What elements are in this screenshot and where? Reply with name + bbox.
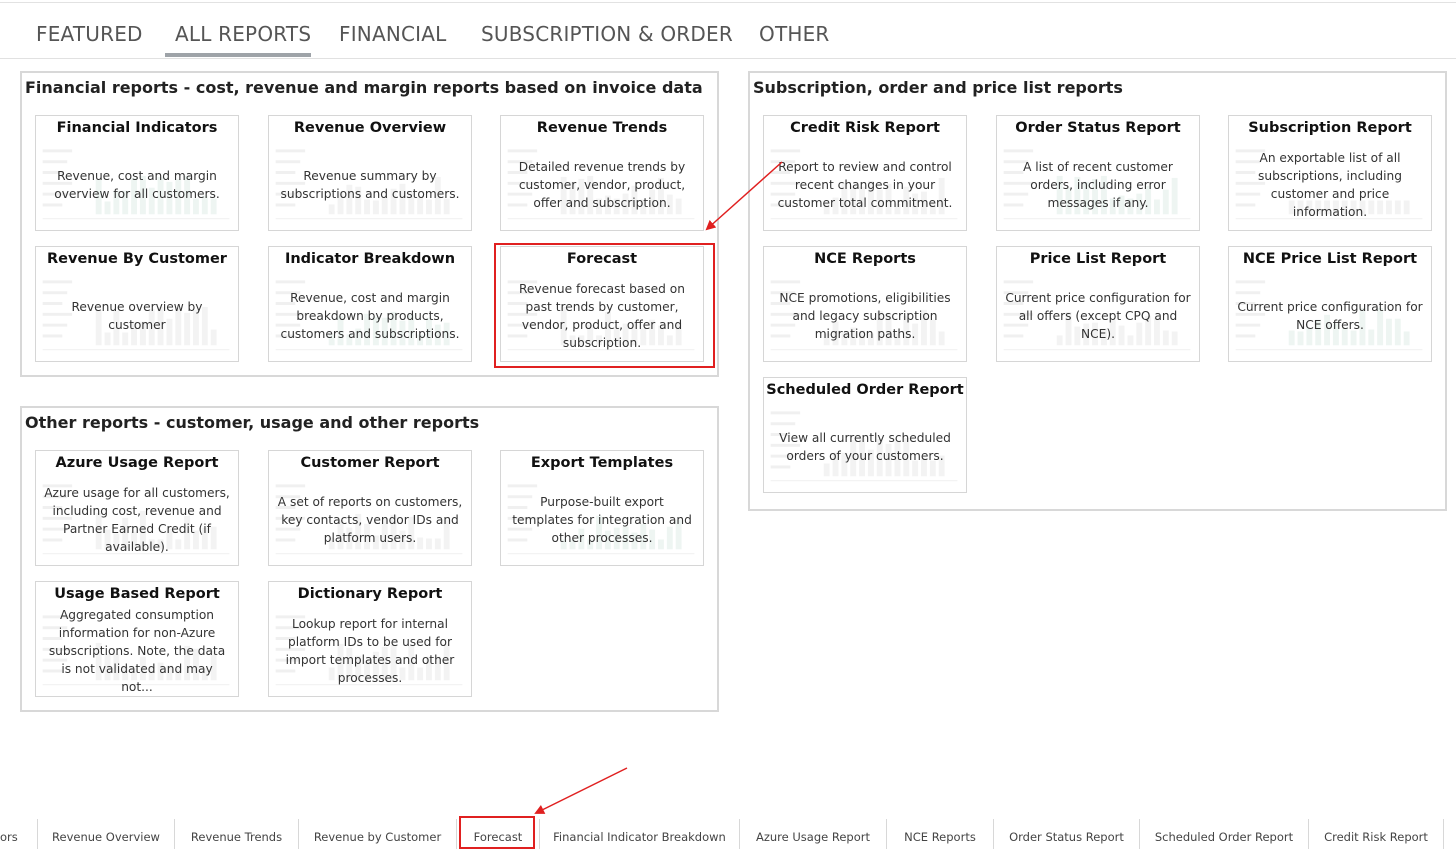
- card-title: Forecast: [566, 251, 638, 267]
- card-description: Detailed revenue trends by customer, ven…: [518, 160, 686, 210]
- card-description: Current price configuration for NCE offe…: [1237, 300, 1423, 332]
- report-card-export-templates[interactable]: Export Templates Purpose-built export te…: [500, 450, 704, 566]
- tab-financial[interactable]: FINANCIAL: [339, 22, 447, 46]
- bottom-tab-revenue-trends[interactable]: Revenue Trends: [175, 817, 298, 849]
- tab-all-reports[interactable]: ALL REPORTS: [175, 22, 311, 46]
- card-description: Azure usage for all customers, including…: [44, 486, 230, 554]
- bottom-tab-azure-usage-report[interactable]: Azure Usage Report: [740, 817, 886, 849]
- card-title: Credit Risk Report: [790, 120, 940, 136]
- card-description: Lookup report for internal platform IDs …: [285, 617, 455, 685]
- card-description: Aggregated consumption information for n…: [48, 608, 226, 694]
- card-title: Price List Report: [1029, 251, 1167, 267]
- report-card-nce-reports[interactable]: NCE Reports NCE promotions, eligibilitie…: [763, 246, 967, 362]
- report-card-nce-price-list[interactable]: NCE Price List Report Current price conf…: [1228, 246, 1432, 362]
- report-card-forecast[interactable]: Forecast Revenue forecast based on past …: [500, 246, 704, 362]
- report-card-credit-risk[interactable]: Credit Risk Report Report to review and …: [763, 115, 967, 231]
- card-title: Dictionary Report: [297, 586, 443, 602]
- report-card-price-list[interactable]: Price List Report Current price configur…: [996, 246, 1200, 362]
- card-title: Export Templates: [530, 455, 674, 471]
- card-description: Purpose-built export templates for integ…: [512, 495, 692, 545]
- card-title: Revenue By Customer: [47, 251, 227, 267]
- section-title: Other reports - customer, usage and othe…: [25, 413, 480, 432]
- tab-other[interactable]: OTHER: [759, 22, 830, 46]
- report-card-subscription-report[interactable]: Subscription Report An exportable list o…: [1228, 115, 1432, 231]
- card-description: A set of reports on customers, key conta…: [277, 495, 463, 545]
- card-title: Usage Based Report: [54, 586, 220, 602]
- card-title: Scheduled Order Report: [766, 382, 964, 398]
- card-title: Financial Indicators: [56, 120, 218, 136]
- card-description: A list of recent customer orders, includ…: [1023, 160, 1173, 210]
- bottom-tab-financial-indicator-breakdown[interactable]: Financial Indicator Breakdown: [540, 817, 739, 849]
- card-title: Revenue Overview: [293, 120, 447, 136]
- bottom-tab-credit-risk-report[interactable]: Credit Risk Report: [1309, 817, 1443, 849]
- card-description: Revenue summary by subscriptions and cus…: [280, 169, 460, 201]
- card-description: Revenue, cost and margin breakdown by pr…: [280, 291, 460, 341]
- card-description: View all currently scheduled orders of y…: [779, 431, 951, 463]
- card-description: NCE promotions, eligibilities and legacy…: [779, 291, 951, 341]
- card-description: Revenue overview by customer: [71, 300, 203, 332]
- section-title: Subscription, order and price list repor…: [753, 78, 1123, 97]
- report-card-customer-report[interactable]: Customer Report A set of reports on cust…: [268, 450, 472, 566]
- report-card-scheduled-order[interactable]: Scheduled Order Report View all currentl…: [763, 377, 967, 493]
- card-title: Customer Report: [300, 455, 440, 471]
- bottom-tab-partial[interactable]: ors: [0, 817, 20, 849]
- card-title: Revenue Trends: [536, 120, 668, 136]
- report-card-revenue-overview[interactable]: Revenue Overview Revenue summary by subs…: [268, 115, 472, 231]
- report-card-usage-based[interactable]: Usage Based Report Aggregated consumptio…: [35, 581, 239, 697]
- card-title: NCE Price List Report: [1242, 251, 1418, 267]
- card-description: An exportable list of all subscriptions,…: [1258, 151, 1402, 219]
- report-card-azure-usage[interactable]: Azure Usage Report Azure usage for all c…: [35, 450, 239, 566]
- arrow-to-forecast-tab: [534, 767, 628, 814]
- report-page-tabs: ors Revenue Overview Revenue Trends Reve…: [0, 817, 1456, 849]
- report-card-revenue-by-customer[interactable]: Revenue By Customer Revenue overview by …: [35, 246, 239, 362]
- card-description: Current price configuration for all offe…: [1005, 291, 1191, 341]
- card-title: Subscription Report: [1248, 120, 1412, 136]
- bottom-tab-revenue-overview[interactable]: Revenue Overview: [38, 817, 174, 849]
- report-card-revenue-trends[interactable]: Revenue Trends Detailed revenue trends b…: [500, 115, 704, 231]
- report-card-indicator-breakdown[interactable]: Indicator Breakdown Revenue, cost and ma…: [268, 246, 472, 362]
- bottom-tab-scheduled-order-report[interactable]: Scheduled Order Report: [1140, 817, 1308, 849]
- report-card-order-status[interactable]: Order Status Report A list of recent cus…: [996, 115, 1200, 231]
- card-description: Revenue forecast based on past trends by…: [519, 282, 685, 350]
- card-title: Azure Usage Report: [55, 455, 219, 471]
- tab-separator: [1443, 819, 1444, 849]
- tab-subscription-order[interactable]: SUBSCRIPTION & ORDER: [481, 22, 733, 46]
- card-title: NCE Reports: [814, 251, 916, 267]
- card-title: Indicator Breakdown: [284, 251, 456, 267]
- section-title: Financial reports - cost, revenue and ma…: [25, 78, 703, 97]
- report-card-financial-indicators[interactable]: Financial Indicators Revenue, cost and m…: [35, 115, 239, 231]
- bottom-tab-nce-reports[interactable]: NCE Reports: [887, 817, 993, 849]
- report-card-dictionary[interactable]: Dictionary Report Lookup report for inte…: [268, 581, 472, 697]
- bottom-tab-order-status-report[interactable]: Order Status Report: [994, 817, 1139, 849]
- bottom-tab-revenue-by-customer[interactable]: Revenue by Customer: [299, 817, 456, 849]
- card-description: Revenue, cost and margin overview for al…: [54, 169, 220, 201]
- card-description: Report to review and control recent chan…: [777, 160, 953, 210]
- card-title: Order Status Report: [1015, 120, 1181, 136]
- tab-featured[interactable]: FEATURED: [36, 22, 143, 46]
- report-category-tabs: FEATURED ALL REPORTS FINANCIAL SUBSCRIPT…: [0, 0, 1456, 59]
- active-tab-indicator: [165, 53, 311, 57]
- bottom-tab-forecast[interactable]: Forecast: [457, 817, 539, 849]
